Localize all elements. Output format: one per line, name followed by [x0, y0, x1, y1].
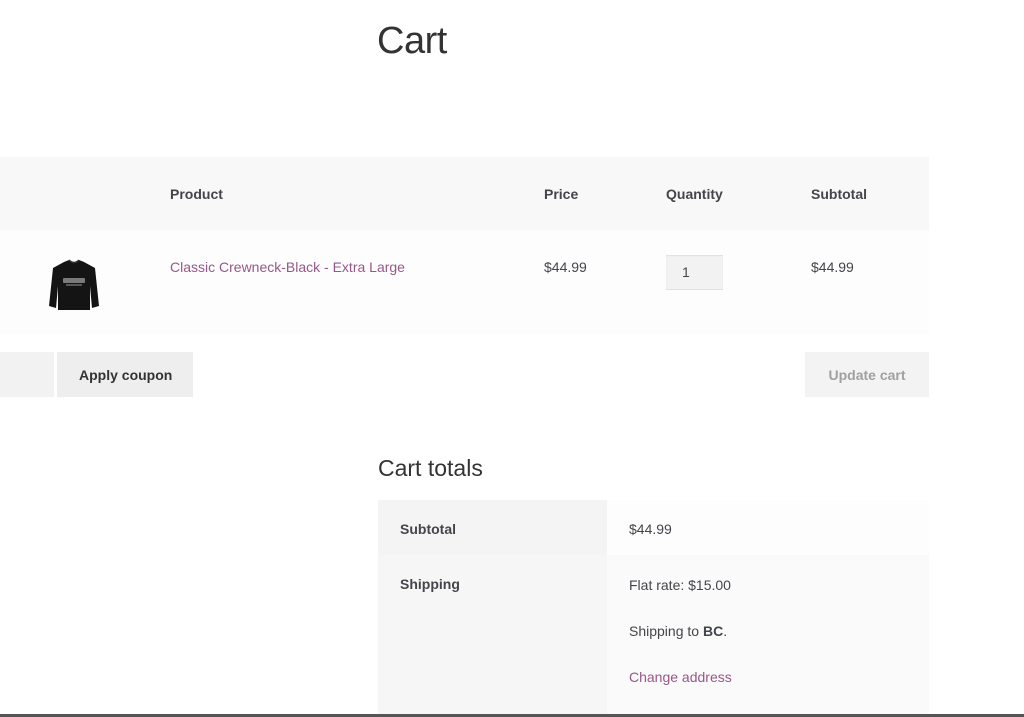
shipping-to-prefix: Shipping to: [629, 623, 703, 639]
product-name-link[interactable]: Classic Crewneck-Black - Extra Large: [170, 259, 405, 275]
update-cart-button[interactable]: Update cart: [805, 352, 929, 397]
apply-coupon-button[interactable]: Apply coupon: [57, 352, 193, 397]
quantity-input[interactable]: [666, 255, 723, 290]
shipping-destination: Shipping to BC.: [629, 622, 929, 640]
cart-totals-table: Subtotal $44.99 Shipping Flat rate: $15.…: [378, 500, 929, 717]
totals-row-shipping: Shipping Flat rate: $15.00 Shipping to B…: [378, 555, 929, 717]
header-subtotal: Subtotal: [811, 186, 867, 202]
page-title: Cart: [377, 20, 447, 62]
totals-shipping-label: Shipping: [378, 555, 607, 717]
shipping-to-suffix: .: [723, 623, 728, 639]
cart-totals-title: Cart totals: [378, 455, 483, 481]
shipping-region: BC: [702, 623, 724, 639]
change-address-line: Change address: [629, 668, 929, 686]
product-subtotal: $44.99: [811, 259, 854, 275]
header-product: Product: [170, 186, 223, 202]
shipping-method: Flat rate: $15.00: [629, 577, 731, 593]
header-quantity: Quantity: [666, 186, 723, 202]
totals-shipping-value: Flat rate: $15.00 Shipping to BC. Change…: [607, 555, 929, 717]
product-name-cell: Classic Crewneck-Black - Extra Large: [170, 259, 405, 275]
product-price: $44.99: [544, 259, 587, 275]
change-address-link[interactable]: Change address: [629, 669, 732, 685]
cart-table: Product Price Quantity Subtotal Classic …: [0, 157, 929, 335]
product-thumbnail[interactable]: [40, 252, 108, 320]
totals-row-subtotal: Subtotal $44.99: [378, 500, 929, 555]
totals-subtotal-value: $44.99: [607, 500, 929, 555]
coupon-code-input[interactable]: [0, 352, 54, 397]
header-price: Price: [544, 186, 579, 202]
table-row: Classic Crewneck-Black - Extra Large $44…: [0, 230, 929, 335]
cart-table-header: Product Price Quantity Subtotal: [0, 157, 929, 230]
black-sweatshirt-thumbnail-icon: [49, 259, 99, 310]
totals-subtotal-label: Subtotal: [378, 500, 607, 555]
